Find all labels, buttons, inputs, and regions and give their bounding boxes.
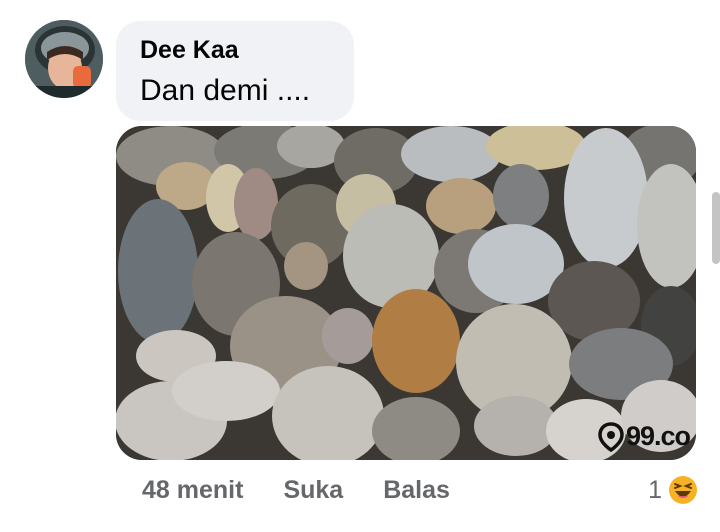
watermark-text: 99.co xyxy=(625,421,691,451)
avatar[interactable] xyxy=(25,20,103,98)
haha-emoji-icon xyxy=(669,476,697,504)
location-pin-icon xyxy=(598,421,624,452)
watermark: 99.co xyxy=(598,421,691,452)
river-stones-photo xyxy=(116,126,696,460)
comment-actions: 48 menit Suka Balas xyxy=(142,472,450,508)
comment-bubble: Dee Kaa Dan demi .... xyxy=(116,21,354,121)
comment-attachment-image[interactable]: 99.co xyxy=(116,126,696,460)
scrollbar[interactable] xyxy=(712,192,720,264)
comment-text: Dan demi .... xyxy=(140,74,311,107)
comment-author[interactable]: Dee Kaa xyxy=(140,35,330,65)
reaction-count: 1 xyxy=(648,475,662,504)
comment-timestamp[interactable]: 48 menit xyxy=(142,476,243,505)
like-button[interactable]: Suka xyxy=(283,476,343,505)
reply-button[interactable]: Balas xyxy=(383,476,450,505)
reaction-summary[interactable]: 1 xyxy=(648,472,698,508)
user-avatar-photo xyxy=(25,20,103,98)
